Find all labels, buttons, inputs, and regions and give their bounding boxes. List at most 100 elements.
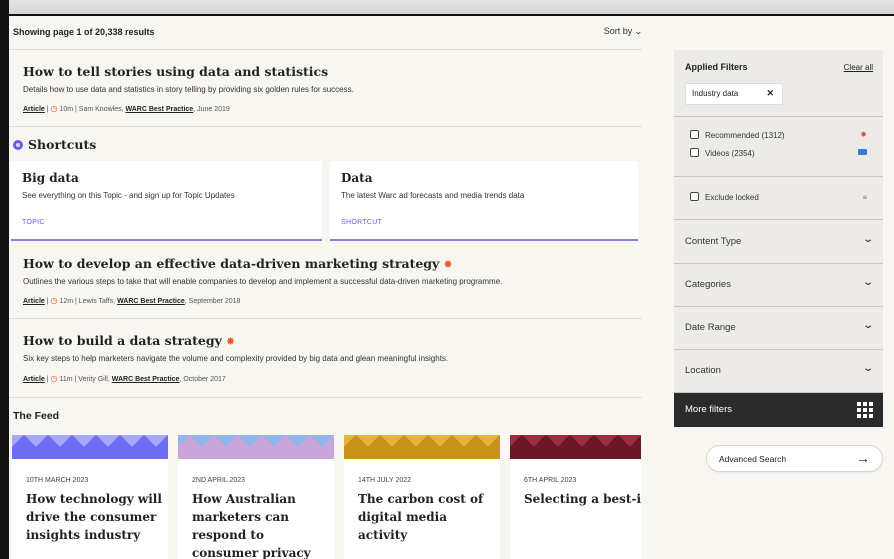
feed-card-banner (510, 435, 641, 459)
recommended-star-icon: ✸ (443, 258, 453, 271)
feed-card[interactable]: 10TH MARCH 2023 How technology will driv… (12, 435, 168, 559)
chevron-down-icon: ⌄ (861, 234, 874, 245)
shortcut-title: Data (341, 171, 373, 185)
shortcut-card-data[interactable]: Data The latest Warc ad forecasts and me… (330, 161, 638, 241)
shortcut-tag: SHORTCUT (341, 219, 383, 226)
shortcut-card-big-data[interactable]: Big data See everything on this Topic - … (11, 161, 322, 241)
applied-filters-section: Applied Filters Clear all Industry data … (674, 50, 883, 117)
shortcut-description: The latest Warc ad forecasts and media t… (341, 191, 525, 200)
article-type-link[interactable]: Article (23, 376, 45, 383)
shortcuts-heading: Shortcuts (13, 137, 96, 152)
article-date: , September 2018 (184, 298, 241, 305)
accordion-label: Categories (685, 279, 731, 290)
shortcut-title: Big data (22, 171, 79, 185)
feed-card-title: Selecting a best-in-class data clean roo (524, 492, 641, 506)
browser-top-bar (0, 0, 894, 16)
feed-card-date: 10TH MARCH 2023 (26, 477, 89, 484)
sort-by-label: Sort by (603, 26, 633, 36)
feed-card-date: 6TH APRIL 2023 (524, 477, 577, 484)
results-count: Showing page 1 of 20,338 results (13, 27, 155, 37)
feed-card[interactable]: 2ND APRIL 2023 How Australian marketers … (178, 435, 334, 559)
lock-icon: 🔒︎ (862, 192, 867, 201)
results-bar: Showing page 1 of 20,338 results Sort by… (9, 18, 644, 50)
feed-heading: The Feed (13, 410, 60, 422)
accordion-location[interactable]: Location ⌄ (674, 350, 883, 393)
result-article: How to build a data strategy ✸ Six key st… (9, 326, 642, 398)
divider (9, 397, 642, 398)
clock-icon: ◷ (50, 374, 58, 383)
checkbox-exclude-locked[interactable]: Exclude locked (690, 192, 759, 202)
chevron-down-icon: ⌄ (861, 320, 874, 331)
recommended-star-icon: ✸ (225, 335, 236, 348)
filters-sidebar: Applied Filters Clear all Industry data … (674, 50, 883, 427)
feed-card-title: How technology will drive the consumer i… (26, 492, 162, 542)
compass-icon (13, 140, 23, 150)
checkbox-label: Exclude locked (705, 193, 759, 202)
article-title[interactable]: How to build a data strategy ✸ (23, 333, 235, 348)
article-author: Sam Knowles, (78, 106, 124, 113)
window-left-edge (0, 0, 9, 559)
article-type-link[interactable]: Article (23, 106, 45, 113)
feed-card-banner (12, 435, 168, 459)
chevron-down-icon: ⌄ (634, 27, 644, 36)
feed-card-title: The carbon cost of digital media activit… (358, 492, 484, 542)
feed-card[interactable]: 6TH APRIL 2023 Selecting a best-in-class… (510, 435, 641, 559)
checkbox-box[interactable] (690, 130, 699, 139)
feed-card-date: 2ND APRIL 2023 (192, 477, 246, 484)
shortcut-description: See everything on this Topic - and sign … (22, 191, 235, 200)
checkbox-box[interactable] (690, 148, 699, 157)
clock-icon: ◷ (50, 104, 58, 113)
close-icon[interactable]: ✕ (766, 88, 774, 99)
advanced-search-label: Advanced Search (719, 454, 787, 464)
article-source-link[interactable]: WARC Best Practice (117, 298, 185, 305)
sort-by-dropdown[interactable]: Sort by ⌄ (603, 26, 644, 36)
checkbox-videos[interactable]: Videos (2354) (690, 148, 755, 158)
accordion-label: Location (685, 365, 721, 376)
accordion-label: Date Range (685, 322, 736, 333)
article-source-link[interactable]: WARC Best Practice (112, 376, 180, 383)
article-meta: Article | ◷ 10m | Sam Knowles, WARC Best… (23, 104, 230, 113)
article-source-link[interactable]: WARC Best Practice (126, 106, 194, 113)
checkbox-box[interactable] (690, 192, 699, 201)
checkbox-label: Recommended (1312) (705, 131, 785, 140)
read-time: 12m (59, 298, 74, 305)
video-icon (858, 149, 867, 155)
feed-card[interactable]: 14TH JULY 2022 The carbon cost of digita… (344, 435, 500, 559)
accordion-categories[interactable]: Categories ⌄ (674, 264, 883, 307)
article-type-link[interactable]: Article (23, 298, 45, 305)
feed-card-banner (344, 435, 500, 459)
more-filters-button[interactable]: More filters (674, 393, 883, 427)
clock-icon: ◷ (50, 296, 58, 305)
divider (9, 318, 642, 319)
article-description: Six key steps to help marketers navigate… (23, 354, 449, 363)
filter-chip-industry-data[interactable]: Industry data ✕ (685, 83, 783, 105)
article-meta: Article | ◷ 11m | Verity Gill, WARC Best… (23, 374, 226, 383)
filter-chip-label: Industry data (692, 89, 739, 98)
options-section: Recommended (1312) ✸ Videos (2354) (674, 117, 883, 177)
article-author: Verity Gill, (78, 376, 110, 383)
read-time: 11m (59, 376, 73, 383)
article-title[interactable]: How to tell stories using data and stati… (23, 64, 328, 79)
checkbox-recommended[interactable]: Recommended (1312) (690, 130, 785, 140)
shortcut-tag: TOPIC (22, 219, 45, 226)
article-title[interactable]: How to develop an effective data-driven … (23, 256, 453, 271)
advanced-search-button[interactable]: Advanced Search → (706, 445, 883, 472)
exclude-locked-section: Exclude locked 🔒︎ (674, 177, 883, 220)
result-article: How to develop an effective data-driven … (9, 250, 642, 320)
chevron-down-icon: ⌄ (861, 363, 874, 374)
divider (9, 126, 642, 127)
accordion-date-range[interactable]: Date Range ⌄ (674, 307, 883, 350)
applied-filters-title: Applied Filters (685, 62, 748, 72)
star-icon: ✸ (860, 130, 867, 139)
grid-icon (857, 402, 873, 418)
feed-card-title: How Australian marketers can respond to … (192, 492, 311, 559)
clear-all-link[interactable]: Clear all (844, 63, 873, 72)
chevron-down-icon: ⌄ (861, 277, 874, 288)
accordion-content-type[interactable]: Content Type ⌄ (674, 221, 883, 264)
article-description: Outlines the various steps to take that … (23, 277, 503, 286)
feed-card-banner (178, 435, 334, 459)
feed-card-date: 14TH JULY 2022 (358, 477, 412, 484)
checkbox-label: Videos (2354) (705, 149, 755, 158)
results-main: Showing page 1 of 20,338 results Sort by… (9, 18, 657, 559)
more-filters-label: More filters (685, 404, 732, 415)
